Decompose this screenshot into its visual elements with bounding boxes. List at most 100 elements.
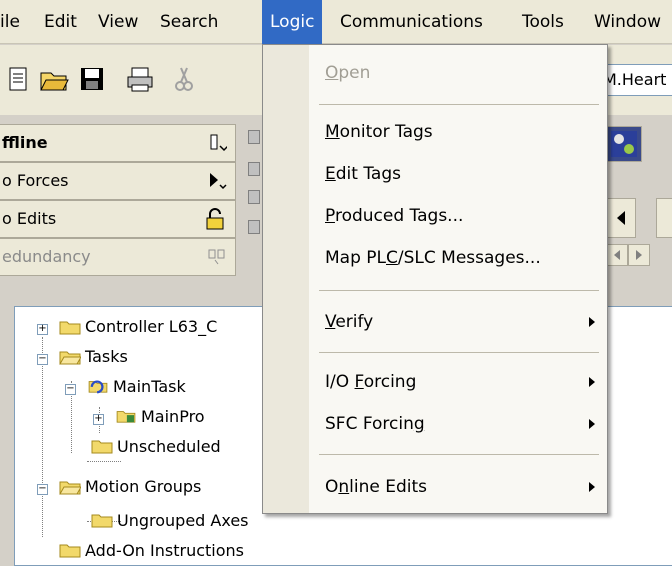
tree-node-ungrouped-axes[interactable]: Ungrouped Axes bbox=[117, 508, 249, 534]
collapse-tasks-toggle[interactable]: − bbox=[37, 354, 48, 365]
menu-tools[interactable]: Tools bbox=[522, 0, 564, 44]
forces-row: o Forces bbox=[0, 162, 236, 200]
submenu-arrow-icon bbox=[589, 317, 595, 327]
logic-menu-dropdown: Open Monitor Tags Edit Tags Produced Tag… bbox=[262, 44, 608, 514]
folder-icon bbox=[59, 544, 81, 558]
label-part: erify bbox=[335, 312, 374, 332]
accelerator-key: F bbox=[354, 372, 364, 392]
redundancy-icon[interactable] bbox=[207, 245, 227, 281]
expand-mainprogram-toggle[interactable]: + bbox=[93, 414, 104, 425]
menu-separator bbox=[319, 454, 599, 455]
accelerator-key: O bbox=[325, 63, 339, 83]
small-right-arrow-button[interactable] bbox=[628, 244, 650, 266]
submenu-arrow-icon bbox=[589, 419, 595, 429]
menu-item-open[interactable]: Open bbox=[325, 58, 370, 88]
open-folder-icon bbox=[40, 72, 69, 91]
print-button[interactable] bbox=[124, 61, 156, 97]
folder-icon bbox=[91, 440, 113, 454]
menu-separator bbox=[319, 104, 599, 105]
redundancy-text: edundancy bbox=[2, 247, 91, 266]
cut-button[interactable] bbox=[168, 61, 200, 97]
controller-mode-text: ffline bbox=[2, 133, 48, 152]
tree-node-maintask[interactable]: MainTask bbox=[113, 374, 186, 400]
menu-search[interactable]: Search bbox=[160, 0, 218, 44]
controller-mode-row: ffline bbox=[0, 124, 236, 162]
status-checkbox-3[interactable] bbox=[248, 190, 260, 204]
label-part: orcing bbox=[363, 372, 417, 392]
menu-item-produced-tags[interactable]: Produced Tags... bbox=[325, 201, 463, 231]
open-file-button[interactable] bbox=[38, 61, 70, 97]
menu-logic[interactable]: Logic bbox=[262, 0, 323, 44]
accelerator-key: V bbox=[325, 312, 336, 332]
accelerator-key: n bbox=[338, 477, 350, 497]
open-folder-icon bbox=[59, 351, 81, 365]
menu-item-verify[interactable]: Verify bbox=[325, 307, 373, 337]
label-part: line Edits bbox=[349, 477, 428, 497]
save-disk-icon bbox=[81, 68, 103, 90]
tree-node-unscheduled[interactable]: Unscheduled bbox=[117, 434, 221, 460]
small-left-arrow-button[interactable] bbox=[606, 244, 628, 266]
tree-node-controller[interactable]: Controller L63_C bbox=[85, 314, 217, 340]
collapse-motion-groups-toggle[interactable]: − bbox=[37, 484, 48, 495]
menu-item-online-edits[interactable]: Online Edits bbox=[325, 472, 427, 502]
save-button[interactable] bbox=[76, 61, 108, 97]
status-checkbox-4[interactable] bbox=[248, 220, 260, 234]
label-part: /SLC Messages... bbox=[397, 248, 541, 268]
redundancy-row: edundancy bbox=[0, 238, 236, 276]
menu-file[interactable]: ile bbox=[0, 0, 20, 44]
label-part: dit Tags bbox=[335, 164, 401, 184]
label-part: SFC Forcin bbox=[325, 414, 414, 434]
menu-separator bbox=[319, 290, 599, 291]
routine-path-field[interactable]: M.Heart bbox=[600, 64, 672, 96]
status-checkbox-1[interactable] bbox=[248, 130, 260, 144]
accelerator-key: C bbox=[386, 248, 398, 268]
status-checkbox-2[interactable] bbox=[248, 162, 260, 176]
label-part: O bbox=[325, 477, 339, 497]
label-part: onitor Tags bbox=[339, 122, 433, 142]
tree-line bbox=[87, 461, 121, 462]
tree-node-mainprogram[interactable]: MainPro bbox=[141, 404, 205, 430]
menu-item-map-plc-slc-messages[interactable]: Map PLC/SLC Messages... bbox=[325, 243, 541, 273]
collapse-maintask-toggle[interactable]: − bbox=[65, 384, 76, 395]
tree-node-motion-groups[interactable]: Motion Groups bbox=[85, 474, 201, 500]
label-part: roduced Tags... bbox=[334, 206, 464, 226]
submenu-arrow-icon bbox=[589, 482, 595, 492]
menu-item-monitor-tags[interactable]: Monitor Tags bbox=[325, 117, 433, 147]
ladder-tool-icon[interactable] bbox=[606, 126, 642, 162]
folder-icon bbox=[59, 321, 81, 335]
menu-icon-gutter bbox=[263, 45, 309, 513]
menu-view[interactable]: View bbox=[98, 0, 138, 44]
new-file-icon bbox=[9, 67, 27, 91]
label-part: Map PL bbox=[325, 248, 387, 268]
menu-communications[interactable]: Communications bbox=[340, 0, 483, 44]
accelerator-key: M bbox=[325, 122, 340, 142]
tree-node-add-on-instructions[interactable]: Add-On Instructions bbox=[85, 538, 244, 564]
menu-item-edit-tags[interactable]: Edit Tags bbox=[325, 159, 401, 189]
edits-row: o Edits bbox=[0, 200, 236, 238]
label-part: pen bbox=[338, 63, 371, 83]
scroll-left-button[interactable] bbox=[606, 198, 636, 238]
new-file-button[interactable] bbox=[2, 61, 34, 97]
label-part: I/O bbox=[325, 372, 355, 392]
menu-item-sfc-forcing[interactable]: SFC Forcing bbox=[325, 409, 425, 439]
forces-text: o Forces bbox=[2, 171, 69, 190]
submenu-arrow-icon bbox=[589, 377, 595, 387]
menu-item-io-forcing[interactable]: I/O Forcing bbox=[325, 367, 416, 397]
edits-text: o Edits bbox=[2, 209, 57, 228]
scissors-icon bbox=[175, 67, 193, 91]
menu-bar: ile Edit View Search Logic Communication… bbox=[0, 0, 672, 44]
continuous-task-icon bbox=[88, 380, 108, 394]
menu-window[interactable]: Window bbox=[594, 0, 661, 44]
tree-line bbox=[42, 337, 43, 537]
folder-icon bbox=[91, 514, 113, 528]
menu-separator bbox=[319, 352, 599, 353]
accelerator-key: g bbox=[413, 414, 425, 434]
expand-controller-toggle[interactable]: + bbox=[37, 324, 48, 335]
printer-icon bbox=[127, 67, 153, 92]
tree-node-tasks[interactable]: Tasks bbox=[85, 344, 128, 370]
menu-edit[interactable]: Edit bbox=[44, 0, 77, 44]
program-folder-icon bbox=[116, 411, 136, 423]
open-folder-icon bbox=[59, 481, 81, 495]
scroll-right-edge[interactable] bbox=[656, 198, 672, 238]
accelerator-key: P bbox=[325, 206, 335, 226]
